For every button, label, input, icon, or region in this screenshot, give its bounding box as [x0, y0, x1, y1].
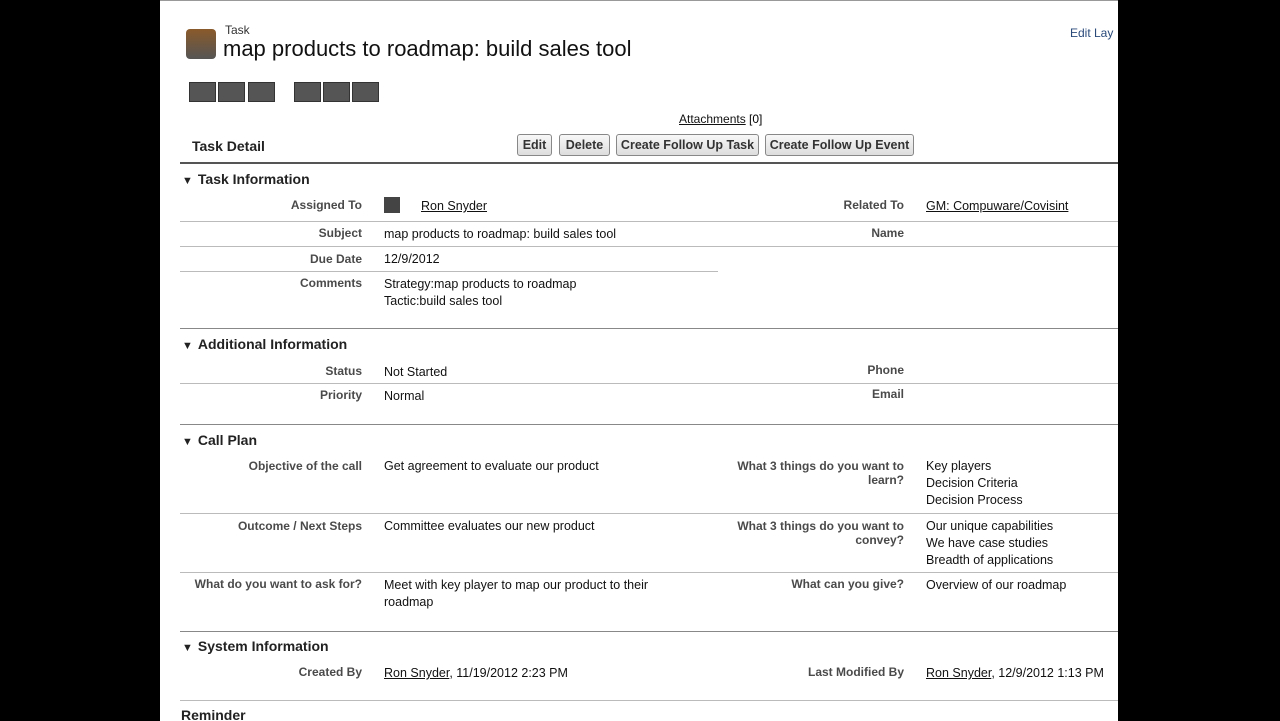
divider	[180, 221, 1118, 222]
give-label: What can you give?	[791, 577, 904, 591]
email-label: Email	[871, 387, 904, 401]
divider	[180, 572, 1118, 573]
status-label: Status	[325, 364, 362, 378]
phone-label: Phone	[867, 363, 904, 377]
attachments-link[interactable]: Attachments [0]	[679, 112, 762, 126]
assigned-to-link[interactable]: Ron Snyder	[421, 198, 487, 215]
comments-label: Comments	[299, 276, 362, 290]
create-follow-up-task-button[interactable]: Create Follow Up Task	[616, 134, 759, 156]
name-label: Name	[871, 226, 904, 240]
divider	[180, 513, 1118, 514]
due-date-label: Due Date	[309, 252, 362, 266]
section-title: System Information	[197, 638, 329, 654]
learn-label: What 3 things do you want to learn?	[737, 459, 904, 487]
section-task-information[interactable]: ▼ Task Information	[182, 171, 310, 187]
related-to-link[interactable]: GM: Compuware/Covisint	[926, 198, 1068, 215]
user-avatar-icon	[384, 197, 400, 213]
task-detail-page: Task map products to roadmap: build sale…	[160, 0, 1118, 721]
delete-button[interactable]: Delete	[559, 134, 610, 156]
edit-layout-link[interactable]: Edit Lay	[1070, 26, 1113, 40]
comments-line-2: Tactic:build sales tool	[384, 294, 503, 308]
objective-value: Get agreement to evaluate our product	[384, 459, 599, 473]
section-title: Additional Information	[197, 336, 348, 352]
divider	[180, 271, 718, 272]
collapse-triangle-icon[interactable]: ▼	[182, 642, 193, 654]
section-title: Call Plan	[197, 432, 258, 448]
status-value: Not Started	[384, 365, 448, 379]
toolbar-icon-1[interactable]	[189, 82, 216, 102]
object-type: Task	[225, 23, 250, 37]
learn-value-1: Key players	[926, 459, 992, 473]
section-title: Task Information	[197, 171, 310, 187]
due-date-value: 12/9/2012	[384, 252, 440, 266]
give-value: Overview of our roadmap	[926, 578, 1067, 592]
created-by-label: Created By	[298, 665, 362, 679]
created-by-link[interactable]: Ron Snyder	[384, 666, 449, 680]
learn-value-2: Decision Criteria	[926, 476, 1018, 490]
toolbar-icon-6[interactable]	[352, 82, 379, 102]
divider	[180, 700, 1118, 701]
toolbar-icon-3[interactable]	[248, 82, 275, 102]
convey-value-2: We have case studies	[926, 536, 1049, 550]
subject-label: Subject	[318, 226, 362, 240]
attachments-label[interactable]: Attachments	[679, 112, 746, 126]
related-to-label: Related To	[843, 198, 904, 212]
section-title-task-detail: Task Detail	[192, 138, 265, 154]
divider	[180, 383, 1118, 384]
toolbar-icon-4[interactable]	[294, 82, 321, 102]
priority-value: Normal	[384, 389, 425, 403]
section-call-plan[interactable]: ▼ Call Plan	[182, 432, 257, 448]
section-additional-information[interactable]: ▼ Additional Information	[182, 336, 347, 352]
create-follow-up-event-button[interactable]: Create Follow Up Event	[765, 134, 914, 156]
last-modified-link[interactable]: Ron Snyder	[926, 666, 991, 680]
attachments-count: [0]	[749, 112, 763, 126]
task-icon	[186, 29, 216, 59]
divider	[180, 246, 1118, 247]
objective-label: Objective of the call	[248, 459, 362, 473]
divider	[180, 631, 1118, 632]
collapse-triangle-icon[interactable]: ▼	[182, 436, 193, 448]
edit-button[interactable]: Edit	[517, 134, 552, 156]
ask-label: What do you want to ask for?	[194, 577, 362, 591]
reminder-title: Reminder	[181, 707, 246, 721]
priority-label: Priority	[319, 388, 362, 402]
convey-value-1: Our unique capabilities	[926, 519, 1054, 533]
outcome-label: Outcome / Next Steps	[237, 519, 362, 533]
collapse-triangle-icon[interactable]: ▼	[182, 175, 193, 187]
convey-value-3: Breadth of applications	[926, 553, 1054, 567]
toolbar-icon-5[interactable]	[323, 82, 350, 102]
learn-value-3: Decision Process	[926, 493, 1023, 507]
outcome-value: Committee evaluates our new product	[384, 519, 595, 533]
assigned-to-label: Assigned To	[290, 198, 362, 212]
ask-line-1: Meet with key player to map our product …	[384, 578, 649, 592]
toolbar-icon-2[interactable]	[218, 82, 245, 102]
divider	[180, 424, 1118, 425]
convey-label: What 3 things do you want to convey?	[737, 519, 904, 547]
divider	[180, 162, 1118, 164]
page-title: map products to roadmap: build sales too…	[223, 36, 632, 61]
section-system-information[interactable]: ▼ System Information	[182, 638, 329, 654]
divider	[180, 328, 1118, 329]
ask-line-2: roadmap	[384, 595, 434, 609]
created-by-value: Ron Snyder, 11/19/2012 2:23 PM	[384, 666, 568, 680]
subject-value: map products to roadmap: build sales too…	[384, 227, 617, 241]
collapse-triangle-icon[interactable]: ▼	[182, 340, 193, 352]
last-modified-value: Ron Snyder, 12/9/2012 1:13 PM	[926, 666, 1104, 680]
comments-line-1: Strategy:map products to roadmap	[384, 277, 577, 291]
last-modified-label: Last Modified By	[807, 665, 904, 679]
